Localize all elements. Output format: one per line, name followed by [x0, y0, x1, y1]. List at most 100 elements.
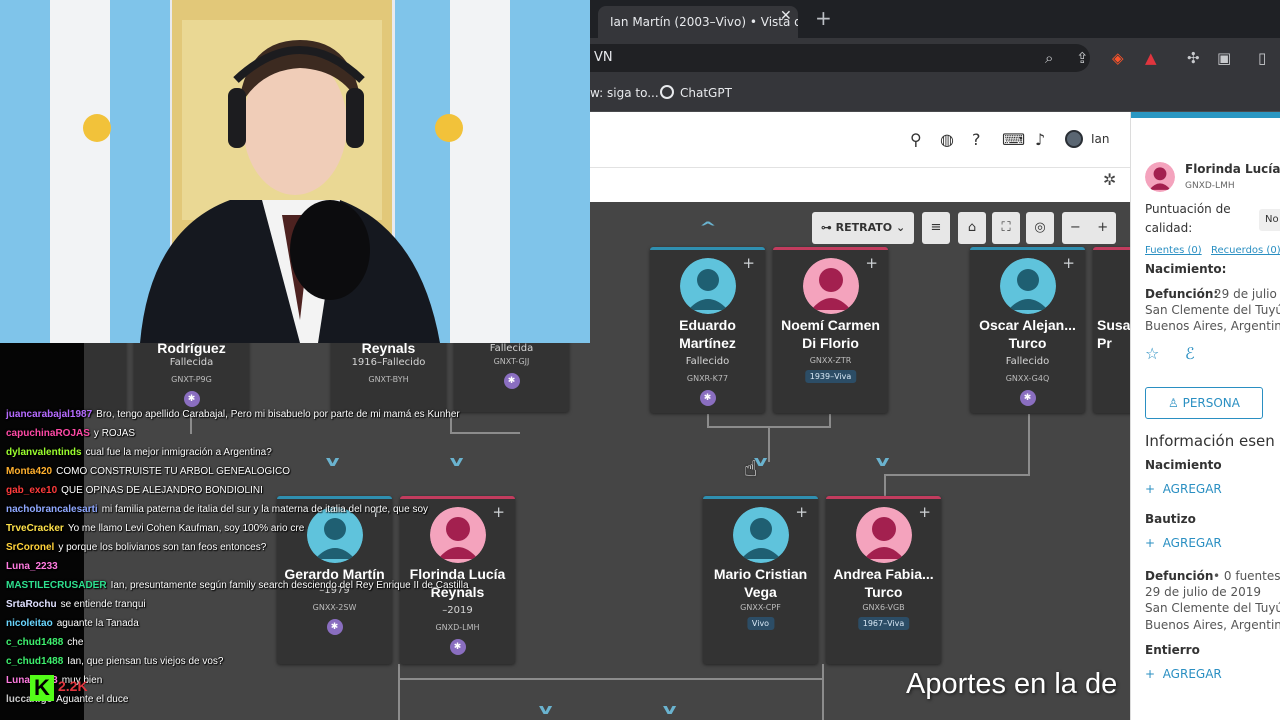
close-tab-icon[interactable]: ✕ — [780, 8, 792, 24]
help-icon[interactable]: ? — [972, 131, 981, 149]
person-name: Noemí Carmen Di Florio — [781, 317, 880, 351]
person-button-label: PERSONA — [1182, 396, 1240, 410]
vital-burial-label: Entierro — [1145, 643, 1200, 657]
person-name: Oscar Alejan... Turco — [979, 317, 1076, 351]
sidebar-icon[interactable]: ▯ — [1258, 48, 1266, 68]
add-relative-icon[interactable]: + — [492, 503, 505, 521]
add-burial-button[interactable]: + AGREGAR — [1145, 667, 1222, 681]
location-pin-icon[interactable]: ⚲ — [910, 131, 922, 149]
bell-icon[interactable]: ♪ — [1035, 131, 1045, 149]
chat-text: y ROJAS — [93, 428, 136, 439]
chat-text: aguante la Tanada — [56, 618, 139, 629]
chat-username[interactable]: dylanvalentinds — [6, 447, 82, 458]
globe-icon[interactable]: ◍ — [940, 131, 954, 149]
add-relative-icon[interactable]: + — [795, 503, 808, 521]
quality-score[interactable]: No — [1259, 209, 1280, 231]
brave-rewards-icon[interactable]: ▲ — [1145, 48, 1157, 68]
brave-shield-icon[interactable]: ◈ — [1112, 48, 1124, 68]
person-dates: 1916–Fallecido — [351, 357, 426, 368]
chat-username[interactable]: SrtaRochu — [6, 599, 57, 610]
bookmarks-bar: w: siga to... ChatGPT — [590, 78, 1280, 112]
chat-text: Ian, presuntamente según family search d… — [110, 580, 469, 591]
chat-username[interactable]: SrCoronel — [6, 542, 54, 553]
zoom-out-icon[interactable]: − — [1070, 220, 1081, 235]
browser-tab[interactable]: Ian Martín (2003–Vivo) • Vista de — [598, 6, 798, 38]
new-tab-icon[interactable]: + — [815, 6, 832, 30]
user-avatar[interactable] — [1065, 130, 1083, 148]
death-label: Defunción: — [1145, 287, 1219, 301]
memories-link[interactable]: Recuerdos (0) — [1211, 245, 1280, 256]
male-avatar-icon — [732, 507, 789, 563]
person-id: GNXX-ZTR — [809, 356, 852, 365]
chevron-down-icon[interactable]: v — [539, 702, 553, 718]
connector-line — [829, 414, 831, 428]
relationship-icon[interactable]: ℰ — [1185, 344, 1195, 363]
browser-toolbar: VN ⌕ ⇪ ◈ ▲ ✣ ▣ ▯ — [590, 38, 1280, 78]
tree-icon[interactable]: ✱ — [1019, 390, 1036, 406]
person-card-mario[interactable]: + Mario Cristian Vega GNXX-CPF Vivo — [703, 496, 818, 664]
add-relative-icon[interactable]: + — [918, 503, 931, 521]
tree-icon[interactable]: ✱ — [699, 390, 716, 406]
person-card-andrea[interactable]: + Andrea Fabia... Turco GNX6-VGB 1967–Vi… — [826, 496, 941, 664]
chat-username[interactable]: juancarabajal1987 — [6, 409, 92, 420]
reader-icon[interactable]: ▣ — [1217, 48, 1231, 68]
add-relative-icon[interactable]: + — [1062, 254, 1075, 272]
connector-line — [822, 664, 824, 720]
expand-up-icon[interactable]: ^ — [699, 220, 717, 236]
sources-link[interactable]: Fuentes (0) — [1145, 245, 1202, 256]
female-avatar-icon — [855, 507, 912, 563]
person-name: Andrea Fabia... Turco — [833, 566, 934, 600]
person-button[interactable]: ♙ PERSONA — [1145, 387, 1263, 419]
fullscreen-icon[interactable]: ⛶ — [992, 212, 1020, 244]
vital-death-place-2: Buenos Aires, Argentina — [1145, 618, 1280, 632]
chat-username[interactable]: nicoleitao — [6, 618, 53, 629]
person-card-susa[interactable]: Susa... Pr — [1093, 247, 1130, 413]
messages-icon[interactable]: ⌨ — [1002, 131, 1025, 149]
person-card-noemi[interactable]: + Noemí Carmen Di Florio GNXX-ZTR 1939–V… — [773, 247, 888, 413]
locate-icon[interactable]: ◎ — [1026, 212, 1054, 244]
chat-username[interactable]: MASTILECRUSADER — [6, 580, 107, 591]
chat-username[interactable]: nachobrancalesarti — [6, 504, 98, 515]
chat-username[interactable]: c_chud1488 — [6, 656, 63, 667]
stream-overlay-text: Aportes en la de — [906, 668, 1118, 700]
zoom-in-icon[interactable]: + — [1097, 220, 1108, 235]
user-name[interactable]: Ian — [1091, 132, 1110, 146]
vital-death-date: 29 de julio de 2019 — [1145, 585, 1262, 599]
vital-death-label: Defunción — [1145, 569, 1214, 583]
celebration-icon[interactable]: ✲ — [1103, 170, 1116, 189]
chat-message: nachobrancalesarti mi familia paterna de … — [0, 500, 470, 519]
address-bar[interactable]: VN — [590, 44, 1090, 72]
chat-username[interactable]: gab_exe10 — [6, 485, 57, 496]
chat-username[interactable]: capuchinaROJAS — [6, 428, 90, 439]
chevron-down-icon[interactable]: v — [876, 454, 890, 470]
add-relative-icon[interactable]: + — [742, 254, 755, 272]
chevron-down-icon[interactable]: v — [663, 702, 677, 718]
chat-text: COMO CONSTRUISTE TU ARBOL GENEALOGICO — [56, 466, 291, 477]
chat-message: MASTILECRUSADER Ian, presuntamente según … — [0, 576, 470, 595]
add-birth-button[interactable]: + AGREGAR — [1145, 482, 1222, 496]
tree-icon[interactable]: ✱ — [503, 373, 520, 389]
person-status: Fallecido — [685, 356, 730, 367]
female-avatar-icon — [802, 258, 859, 314]
male-avatar-icon — [679, 258, 736, 314]
bookmark-chatgpt[interactable]: ChatGPT — [660, 85, 732, 100]
star-icon[interactable]: ☆ — [1145, 344, 1159, 363]
person-card-oscar[interactable]: + Oscar Alejan... Turco Fallecido GNXX-G… — [970, 247, 1085, 413]
chat-username[interactable]: TrveCracker — [6, 523, 64, 534]
chat-username[interactable]: c_chud1488 — [6, 637, 63, 648]
site-header: ⚲ ◍ ? ⌨ ♪ Ian — [590, 112, 1130, 168]
zoom-icon[interactable]: ⌕ — [1045, 48, 1053, 68]
settings-sliders-icon[interactable]: ≡ — [922, 212, 950, 244]
home-icon[interactable]: ⌂ — [958, 212, 986, 244]
share-icon[interactable]: ⇪ — [1076, 48, 1089, 68]
add-baptism-button[interactable]: + AGREGAR — [1145, 536, 1222, 550]
add-relative-icon[interactable]: + — [865, 254, 878, 272]
extensions-icon[interactable]: ✣ — [1187, 48, 1200, 68]
chat-username[interactable]: Monta420 — [6, 466, 52, 477]
person-card-eduardo[interactable]: + Eduardo Martínez Fallecido GNXR-K77 ✱ — [650, 247, 765, 413]
chat-message: juancarabajal1987 Bro, tengo apellido Car… — [0, 405, 470, 424]
chat-username[interactable]: Luna_2233 — [6, 561, 58, 572]
live-chat: juancarabajal1987 Bro, tengo apellido Car… — [0, 405, 470, 709]
view-mode-dropdown[interactable]: ⊶ RETRATO ⌄ — [812, 212, 914, 244]
bookmark-item[interactable]: w: siga to... — [590, 86, 659, 100]
